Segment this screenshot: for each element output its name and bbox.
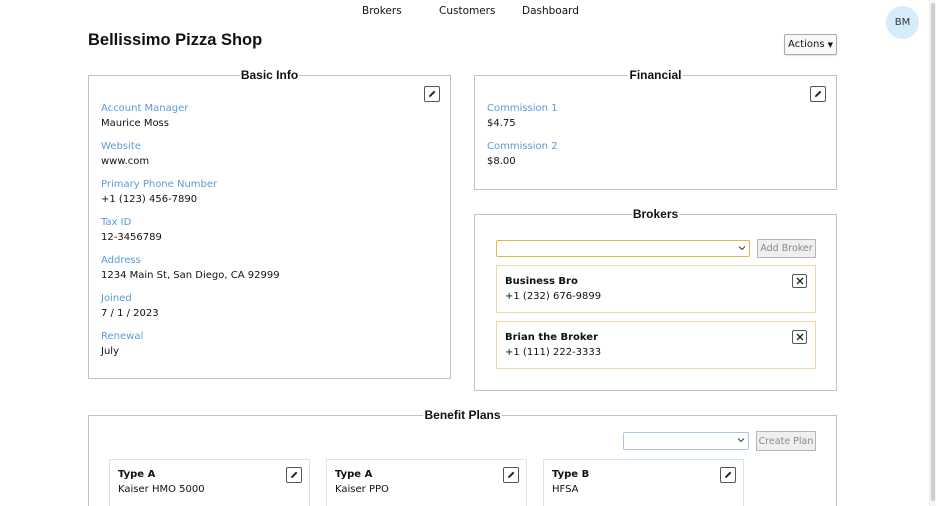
pencil-icon [429, 90, 436, 97]
address-value: 1234 Main St, San Diego, CA 92999 [101, 270, 280, 281]
plan-type: Type B [552, 469, 590, 480]
remove-broker-button[interactable] [792, 274, 807, 288]
renewal-value: July [101, 346, 119, 357]
edit-financial-button[interactable] [810, 86, 826, 102]
brokers-legend: Brokers [631, 207, 680, 221]
plan-name: Kaiser PPO [335, 484, 389, 495]
tax-id-label: Tax ID [101, 217, 132, 228]
renewal-label: Renewal [101, 331, 144, 342]
page-title: Bellissimo Pizza Shop [88, 31, 263, 49]
joined-label: Joined [101, 293, 132, 304]
pencil-icon [291, 471, 298, 478]
broker-card: Brian the Broker +1 (111) 222-3333 [496, 321, 816, 369]
broker-card: Business Bro +1 (232) 676-9899 [496, 265, 816, 313]
plan-card: Type B HFSA [543, 459, 744, 506]
plan-name: Kaiser HMO 5000 [118, 484, 205, 495]
close-icon [796, 333, 803, 341]
edit-plan-button[interactable] [720, 467, 736, 483]
benefit-plans-legend: Benefit Plans [423, 408, 502, 422]
primary-phone-value: +1 (123) 456-7890 [101, 194, 198, 205]
user-avatar[interactable]: BM [886, 6, 919, 39]
broker-phone: +1 (111) 222-3333 [505, 347, 602, 358]
nav-dashboard[interactable]: Dashboard [522, 5, 579, 17]
broker-select[interactable] [496, 240, 750, 257]
primary-phone-label: Primary Phone Number [101, 179, 218, 190]
create-plan-button[interactable]: Create Plan [756, 431, 816, 451]
nav-brokers[interactable]: Brokers [362, 5, 402, 17]
edit-plan-button[interactable] [503, 467, 519, 483]
remove-broker-button[interactable] [792, 330, 807, 344]
plan-type: Type A [335, 469, 373, 480]
commission-2-label: Commission 2 [487, 141, 558, 152]
broker-phone: +1 (232) 676-9899 [505, 291, 602, 302]
plan-type: Type A [118, 469, 156, 480]
plan-name: HFSA [552, 484, 579, 495]
edit-plan-button[interactable] [286, 467, 302, 483]
account-manager-value: Maurice Moss [101, 118, 169, 129]
address-label: Address [101, 255, 141, 266]
account-manager-label: Account Manager [101, 103, 189, 114]
edit-basic-info-button[interactable] [424, 86, 440, 102]
website-value: www.com [101, 156, 150, 167]
scrollbar-thumb[interactable] [931, 3, 935, 501]
plan-card: Type A Kaiser HMO 5000 [109, 459, 310, 506]
pencil-icon [815, 90, 822, 97]
broker-name: Brian the Broker [505, 332, 599, 343]
basic-info-legend: Basic Info [239, 68, 300, 82]
actions-label: Actions [788, 39, 825, 50]
plan-select[interactable] [623, 432, 749, 450]
joined-value: 7 / 1 / 2023 [101, 308, 159, 319]
commission-1-value: $4.75 [487, 118, 516, 129]
pencil-icon [725, 471, 732, 478]
chevron-down-icon [737, 438, 745, 443]
caret-down-icon: ▼ [827, 40, 833, 49]
actions-button[interactable]: Actions ▼ [784, 34, 837, 55]
pencil-icon [508, 471, 515, 478]
nav-customers[interactable]: Customers [439, 5, 495, 17]
plan-card: Type A Kaiser PPO [326, 459, 527, 506]
commission-2-value: $8.00 [487, 156, 516, 167]
financial-legend: Financial [628, 68, 683, 82]
broker-name: Business Bro [505, 276, 578, 287]
financial-panel: Financial Commission 1 $4.75 Commission … [474, 68, 837, 190]
tax-id-value: 12-3456789 [101, 232, 162, 243]
add-broker-button[interactable]: Add Broker [757, 239, 816, 258]
basic-info-panel: Basic Info Account Manager Maurice Moss … [88, 68, 451, 379]
website-label: Website [101, 141, 141, 152]
close-icon [796, 277, 803, 285]
commission-1-label: Commission 1 [487, 103, 558, 114]
chevron-down-icon [738, 246, 746, 251]
